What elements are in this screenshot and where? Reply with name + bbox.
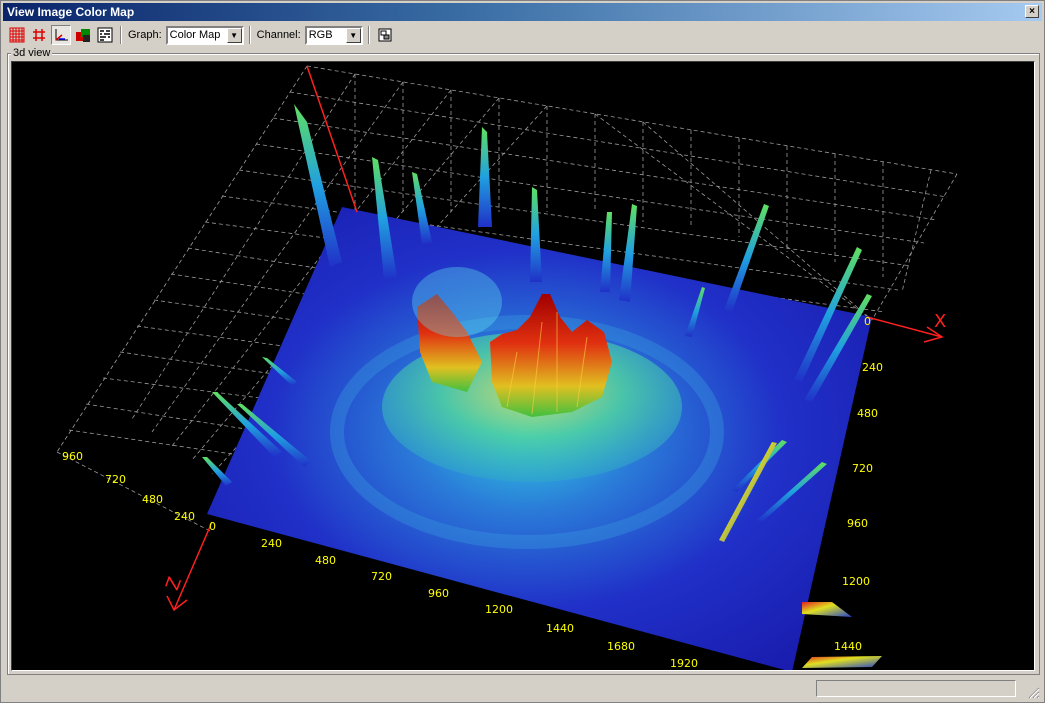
channel-select[interactable]: RGB ▼ <box>304 25 363 45</box>
bottom-tick-label: 1680 <box>607 640 635 653</box>
color-palette-button[interactable] <box>73 25 93 45</box>
status-bar <box>3 679 1042 701</box>
export-button[interactable] <box>375 25 395 45</box>
bottom-tick-label: 1200 <box>485 603 513 616</box>
color-palette-icon <box>76 29 90 42</box>
axes-button[interactable] <box>51 25 71 45</box>
toolbar-separator <box>120 26 122 44</box>
axes-icon <box>55 29 68 41</box>
status-panel <box>816 680 1016 697</box>
bottom-tick-label: 240 <box>261 537 282 550</box>
channel-select-value: RGB <box>308 29 333 41</box>
grid-lines-icon <box>33 29 45 41</box>
glow <box>412 267 502 337</box>
channel-label: Channel: <box>256 29 301 41</box>
right-tick-label: 480 <box>857 407 878 420</box>
toolbar: Graph: Color Map ▼ Channel: RGB ▼ <box>3 23 1042 47</box>
color-map-window: View Image Color Map × Graph: Color Map … <box>0 0 1045 703</box>
title-bar: View Image Color Map × <box>3 3 1042 21</box>
toolbar-separator <box>367 26 370 44</box>
bottom-tick-label: 720 <box>371 570 392 583</box>
right-tick-label: 240 <box>862 361 883 374</box>
resize-grip-icon[interactable] <box>1026 685 1040 699</box>
graph-select-value: Color Map <box>169 29 221 41</box>
graph-label: Graph: <box>128 29 162 41</box>
grid-red-icon <box>9 27 25 43</box>
close-icon: × <box>1029 6 1035 17</box>
close-button[interactable]: × <box>1025 5 1039 18</box>
left-tick-label: 720 <box>105 473 126 486</box>
export-icon <box>378 28 392 42</box>
grid-red-button[interactable] <box>7 25 27 45</box>
grid-lines-button[interactable] <box>29 25 49 45</box>
chevron-down-icon[interactable]: ▼ <box>345 27 361 43</box>
right-tick-label: 960 <box>847 517 868 530</box>
graph-select[interactable]: Color Map ▼ <box>165 25 244 45</box>
bottom-tick-label: 1920 <box>670 657 698 670</box>
pattern-icon <box>97 27 113 43</box>
bottom-tick-label: 480 <box>315 554 336 567</box>
right-tick-label: 1200 <box>842 575 870 588</box>
left-tick-label: 480 <box>142 493 163 506</box>
view-group-title: 3d view <box>11 47 53 59</box>
window-title: View Image Color Map <box>7 5 135 19</box>
z-axis-label: Z <box>162 574 186 593</box>
surface-plot[interactable]: X Z 0 240 480 720 960 1200 1440 0 240 48… <box>12 62 1034 670</box>
x-axis-label: X <box>934 311 946 332</box>
bottom-tick-label: 960 <box>428 587 449 600</box>
chevron-down-icon[interactable]: ▼ <box>226 27 242 43</box>
bottom-tick-label: 1440 <box>546 622 574 635</box>
right-tick-label: 0 <box>864 315 871 328</box>
3d-viewport[interactable]: X Z 0 240 480 720 960 1200 1440 0 240 48… <box>11 61 1035 671</box>
pattern-button[interactable] <box>95 25 115 45</box>
right-tick-label: 1440 <box>834 640 862 653</box>
left-tick-label: 960 <box>62 450 83 463</box>
toolbar-separator <box>248 26 251 44</box>
left-tick-label: 240 <box>174 510 195 523</box>
right-tick-label: 720 <box>852 462 873 475</box>
bottom-tick-label: 0 <box>209 520 216 533</box>
